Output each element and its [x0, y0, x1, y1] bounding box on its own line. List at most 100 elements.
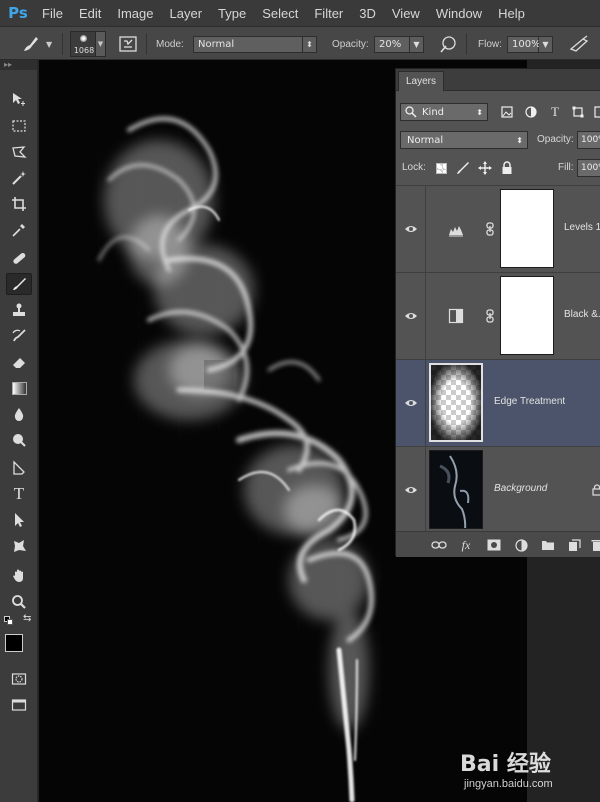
magic-wand-tool[interactable]: [6, 167, 32, 189]
shape-tool[interactable]: [6, 535, 32, 557]
pressure-opacity-toggle[interactable]: [438, 27, 458, 61]
lock-pixels-icon[interactable]: [456, 161, 470, 175]
clone-stamp-tool[interactable]: [6, 299, 32, 321]
layer-mask-thumbnail[interactable]: [500, 189, 554, 268]
type-tool[interactable]: T: [6, 483, 32, 505]
blend-mode-select[interactable]: Normal ⬍: [400, 131, 528, 149]
layer-thumbnail[interactable]: [429, 450, 483, 529]
menu-file[interactable]: File: [42, 6, 63, 21]
tools-panel: ▸▸ T ⇆: [0, 60, 38, 802]
filter-smart-object-icon[interactable]: [593, 105, 600, 119]
history-brush-tool[interactable]: [6, 325, 32, 347]
eraser-icon: [13, 358, 25, 368]
filter-kind-dropdown-icon: ⬍: [476, 107, 483, 117]
menu-select[interactable]: Select: [262, 6, 298, 21]
eraser-tool[interactable]: [6, 351, 32, 373]
dodge-tool[interactable]: [6, 429, 32, 451]
link-layers-icon[interactable]: [431, 537, 447, 553]
layer-opacity-label: Opacity:: [537, 134, 574, 145]
menu-help[interactable]: Help: [498, 6, 525, 21]
opacity-input[interactable]: 20% ▼: [374, 27, 424, 61]
brush-panel-toggle[interactable]: [118, 27, 138, 61]
menu-3d[interactable]: 3D: [359, 6, 376, 21]
delete-layer-trash-icon[interactable]: [589, 537, 600, 553]
airbrush-toggle[interactable]: [568, 27, 590, 61]
menu-image[interactable]: Image: [117, 6, 153, 21]
layer-opacity-input[interactable]: 100%: [577, 131, 600, 149]
move-icon: [13, 93, 25, 106]
layer-name[interactable]: Levels 1: [564, 222, 600, 233]
lock-position-icon[interactable]: [478, 161, 492, 175]
move-tool[interactable]: [6, 88, 32, 110]
new-layer-icon[interactable]: [566, 537, 582, 553]
filter-kind-select[interactable]: Kind ⬍: [400, 103, 488, 121]
eyedropper-icon: [12, 224, 25, 237]
brush-tool[interactable]: [6, 273, 32, 295]
marquee-tool[interactable]: [6, 115, 32, 137]
menu-window[interactable]: Window: [436, 6, 482, 21]
screen-mode-toggle[interactable]: [6, 694, 32, 716]
airbrush-icon: [569, 35, 589, 52]
bandage-icon: [13, 252, 26, 264]
baidu-watermark: Bai 经验 jingyan.baidu.com: [458, 740, 600, 798]
filter-shape-icon[interactable]: [571, 105, 585, 119]
hand-tool[interactable]: [6, 565, 32, 587]
layer-name[interactable]: Black &...: [564, 309, 600, 320]
layer-style-fx-icon[interactable]: fx: [458, 537, 474, 553]
flow-value: 100%: [507, 35, 541, 53]
lock-icon: [592, 484, 600, 496]
visibility-eye-icon[interactable]: [404, 396, 418, 410]
layer-row-edge-treatment[interactable]: Edge Treatment: [396, 359, 600, 447]
crop-tool[interactable]: [6, 193, 32, 215]
lasso-tool[interactable]: [6, 141, 32, 163]
layers-panel: Layers Kind ⬍ T Normal ⬍ Opacity: 100 Lo…: [395, 68, 600, 557]
tool-preset-picker[interactable]: ▼: [20, 27, 52, 61]
menu-view[interactable]: View: [392, 6, 420, 21]
mode-select[interactable]: Normal ⬍: [193, 27, 317, 61]
layer-thumbnail[interactable]: [429, 363, 483, 442]
zoom-tool[interactable]: [6, 591, 32, 613]
new-group-folder-icon[interactable]: [540, 537, 556, 553]
opacity-dropdown-icon: ▼: [410, 35, 424, 53]
mask-link-icon[interactable]: [485, 222, 495, 236]
layer-name[interactable]: Edge Treatment: [494, 396, 565, 407]
flow-input[interactable]: 100% ▼: [507, 27, 553, 61]
menu-type[interactable]: Type: [218, 6, 246, 21]
menu-edit[interactable]: Edit: [79, 6, 101, 21]
tab-layers[interactable]: Layers: [398, 71, 445, 91]
healing-brush-tool[interactable]: [6, 247, 32, 269]
gradient-tool[interactable]: [6, 377, 32, 399]
layer-mask-thumbnail[interactable]: [500, 276, 554, 355]
foreground-color-swatch[interactable]: [5, 634, 23, 652]
filter-adjustment-icon[interactable]: [524, 105, 538, 119]
visibility-eye-icon[interactable]: [404, 222, 418, 236]
layer-row-black-white[interactable]: Black &...: [396, 272, 600, 360]
swap-colors-icon[interactable]: ⇆: [23, 613, 31, 624]
custom-shape-icon: [14, 540, 26, 552]
lock-all-icon[interactable]: [500, 161, 514, 175]
visibility-eye-icon[interactable]: [404, 309, 418, 323]
layer-row-levels[interactable]: Levels 1: [396, 185, 600, 273]
lock-transparent-icon[interactable]: [434, 161, 448, 175]
blur-tool[interactable]: [6, 403, 32, 425]
path-selection-tool[interactable]: [6, 509, 32, 531]
menu-layer[interactable]: Layer: [170, 6, 203, 21]
eyedropper-tool[interactable]: [6, 219, 32, 241]
menu-filter[interactable]: Filter: [314, 6, 343, 21]
fill-input[interactable]: 100%: [577, 159, 600, 177]
layers-panel-tabbar: Layers: [396, 69, 600, 91]
new-adjustment-layer-icon[interactable]: [513, 537, 529, 553]
opacity-label: Opacity:: [332, 38, 369, 50]
brush-size-picker[interactable]: 1068 ▼: [70, 27, 106, 61]
quick-mask-toggle[interactable]: [6, 668, 32, 690]
toolbar-grip[interactable]: ▸▸: [0, 60, 37, 70]
filter-pixel-icon[interactable]: [500, 105, 514, 119]
filter-type-icon[interactable]: T: [548, 104, 562, 119]
default-colors-icon[interactable]: [4, 616, 13, 625]
add-mask-icon[interactable]: [486, 537, 502, 553]
mask-link-icon[interactable]: [485, 309, 495, 323]
layer-name[interactable]: Background: [494, 483, 547, 494]
layer-row-background[interactable]: Background: [396, 446, 600, 534]
pen-tool[interactable]: [6, 457, 32, 479]
visibility-eye-icon[interactable]: [404, 483, 418, 497]
